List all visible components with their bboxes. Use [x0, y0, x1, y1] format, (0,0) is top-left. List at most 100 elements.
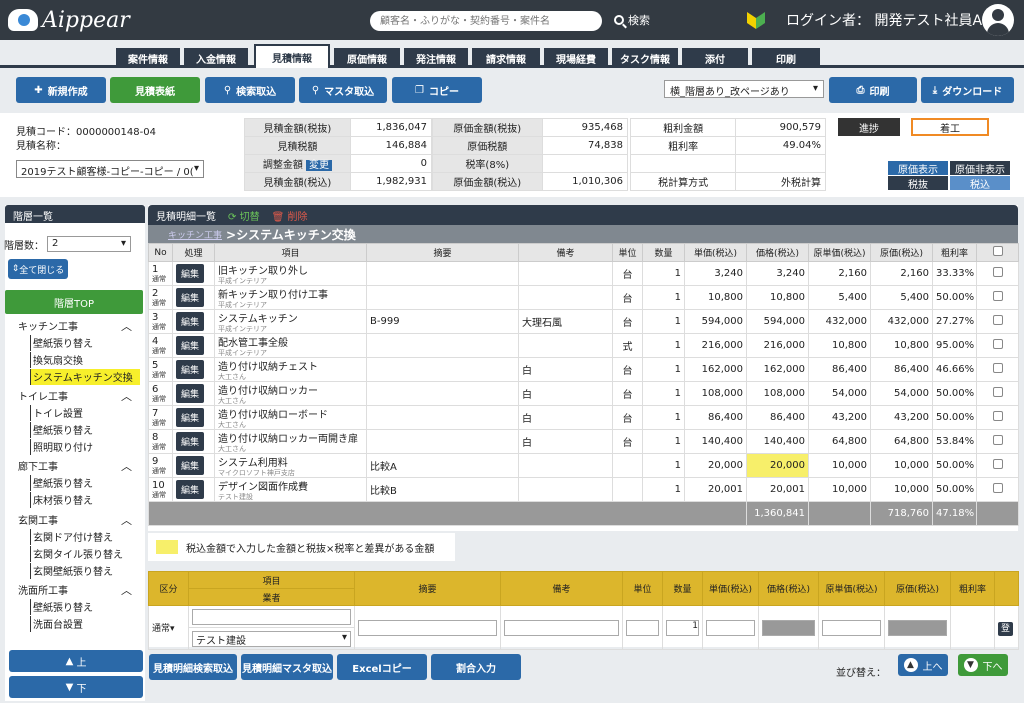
- edit-button[interactable]: 編集: [176, 384, 205, 403]
- table-row[interactable]: 6 通常 編集 造り付け収納ロッカー 大工さん白台 1 108,000 108,000 54,0…: [148, 381, 1019, 406]
- entry-vendor-select[interactable]: テスト建設 ▾: [192, 630, 351, 647]
- delete-button[interactable]: 🗑 削除: [272, 208, 308, 223]
- row-checkbox[interactable]: [976, 405, 1019, 430]
- sidebar-item[interactable]: 壁紙張り替え: [30, 475, 140, 491]
- sidebar-item[interactable]: トイレ設置: [30, 405, 140, 421]
- sidebar-item[interactable]: 壁紙張り替え: [30, 422, 140, 438]
- sidebar-item[interactable]: 照明取り付け: [30, 439, 140, 455]
- sidebar-item[interactable]: 玄関ドア付け替え: [30, 529, 140, 545]
- row-checkbox[interactable]: [976, 309, 1019, 334]
- entry-desc-input[interactable]: [358, 619, 497, 636]
- edit-button[interactable]: 編集: [176, 408, 205, 427]
- tax-in-toggle[interactable]: 税込: [950, 176, 1010, 191]
- edit-button[interactable]: 編集: [176, 336, 205, 355]
- edit-button[interactable]: 編集: [176, 456, 205, 475]
- cost-show-toggle[interactable]: 原価表示: [888, 161, 948, 176]
- tab-payment[interactable]: 入金情報: [184, 48, 248, 68]
- edit-button[interactable]: 編集: [176, 432, 205, 451]
- row-checkbox[interactable]: [976, 381, 1019, 406]
- table-row[interactable]: 4 通常 編集 配水管工事全般 平成インテリア式 1 216,000 216,000 10,80…: [148, 333, 1019, 358]
- entry-price-input[interactable]: [706, 619, 755, 636]
- copy-button[interactable]: ❐ コピー: [392, 77, 482, 103]
- layout-select[interactable]: 横_階層あり_改ページあり ▾: [664, 80, 824, 98]
- tax-ex-toggle[interactable]: 税抜: [888, 176, 948, 191]
- sidebar-item[interactable]: 換気扇交換: [30, 352, 140, 368]
- tab-site-expense[interactable]: 現場経費: [544, 48, 608, 68]
- entry-item-input[interactable]: [192, 608, 351, 625]
- sidebar-item[interactable]: 壁紙張り替え: [30, 335, 140, 351]
- sidebar-group-toilet[interactable]: トイレ工事 ︿: [18, 388, 138, 404]
- tab-billing[interactable]: 請求情報: [472, 48, 540, 68]
- table-row[interactable]: 8 通常 編集 造り付け収納ロッカー両開き扉 大工さん白台 1 140,400 140,400…: [148, 429, 1019, 454]
- entry-qty-input[interactable]: 1: [666, 619, 699, 636]
- table-row[interactable]: 5 通常 編集 造り付け収納チェスト 大工さん白台 1 162,000 162,000 86,4…: [148, 357, 1019, 382]
- row-checkbox[interactable]: [976, 261, 1019, 286]
- sidebar-item[interactable]: 壁紙張り替え: [30, 599, 140, 615]
- breadcrumb-link[interactable]: キッチン工事: [168, 228, 222, 241]
- sidebar-item[interactable]: 玄関タイル張り替え: [30, 546, 140, 562]
- row-checkbox[interactable]: [976, 453, 1019, 478]
- sidebar-item[interactable]: 玄関壁紙張り替え: [30, 563, 140, 579]
- table-row[interactable]: 9 通常 編集 システム利用料 マイクロソフト神戸支店 比較A 1 20,000 20,000 1…: [148, 453, 1019, 478]
- detail-master-import-button[interactable]: 見積明細マスタ取込: [241, 654, 333, 680]
- adjust-change-button[interactable]: 変更: [306, 160, 333, 171]
- table-row[interactable]: 3 通常 編集 システムキッチン 平成インテリア B-999 大理石風台 1 594,000 59…: [148, 309, 1019, 334]
- edit-button[interactable]: 編集: [176, 312, 205, 331]
- switch-button[interactable]: ⟳ 切替: [228, 208, 260, 223]
- sidebar-group-hallway[interactable]: 廊下工事 ︿: [18, 458, 138, 474]
- row-checkbox[interactable]: [976, 285, 1019, 310]
- sort-up-button[interactable]: ▲ 上へ: [898, 654, 948, 676]
- edit-button[interactable]: 編集: [176, 288, 205, 307]
- progress-status[interactable]: 着工: [911, 118, 989, 136]
- master-import-button[interactable]: ⚲ マスタ取込: [299, 77, 387, 103]
- download-button[interactable]: ⤓ ダウンロード: [921, 77, 1014, 103]
- entry-cunit-input[interactable]: [822, 619, 881, 636]
- sidebar-group-washroom[interactable]: 洗面所工事 ︿: [18, 582, 138, 598]
- sidebar-group-kitchen[interactable]: キッチン工事 ︿: [18, 318, 138, 334]
- cost-hide-toggle[interactable]: 原価非表示: [950, 161, 1010, 176]
- tab-print[interactable]: 印刷: [752, 48, 820, 68]
- user-avatar-icon[interactable]: [982, 4, 1014, 36]
- table-row[interactable]: 2 通常 編集 新キッチン取り付け工事 平成インテリア台 1 10,800 10,800 5,4…: [148, 285, 1019, 310]
- edit-button[interactable]: 編集: [176, 264, 205, 283]
- entry-unit-input[interactable]: [626, 619, 659, 636]
- app-logo[interactable]: Aippear: [8, 6, 168, 34]
- hierarchy-top-button[interactable]: 階層TOP: [5, 290, 143, 314]
- estimate-name-select[interactable]: 2019テスト顧客様-コピー-コピー / 0(▾: [16, 160, 204, 178]
- move-down-button[interactable]: ▼ 下: [9, 676, 143, 698]
- edit-button[interactable]: 編集: [176, 360, 205, 379]
- cover-button[interactable]: 見積表紙: [110, 77, 200, 103]
- register-button[interactable]: 登: [998, 622, 1014, 636]
- search-button[interactable]: 検索: [614, 12, 650, 28]
- ratio-input-button[interactable]: 割合入力: [431, 654, 521, 680]
- tab-cost[interactable]: 原価情報: [334, 48, 400, 68]
- tab-attach[interactable]: 添付: [682, 48, 748, 68]
- sidebar-item-active[interactable]: システムキッチン交換: [30, 369, 140, 385]
- table-row[interactable]: 7 通常 編集 造り付け収納ローボード 大工さん白台 1 86,400 86,400 43,20…: [148, 405, 1019, 430]
- tab-estimate[interactable]: 見積情報: [254, 44, 330, 68]
- row-checkbox[interactable]: [976, 357, 1019, 382]
- new-button[interactable]: ✚ 新規作成: [16, 77, 106, 103]
- tab-case[interactable]: 案件情報: [116, 48, 180, 68]
- tab-task[interactable]: タスク情報: [612, 48, 678, 68]
- table-row[interactable]: 10 通常 編集 デザイン図面作成費 テスト建設 比較B 1 20,001 20,001 10,0…: [148, 477, 1019, 502]
- layer-count-select[interactable]: 2 ▾: [47, 236, 131, 252]
- edit-button[interactable]: 編集: [176, 480, 205, 499]
- detail-search-import-button[interactable]: 見積明細検索取込: [149, 654, 237, 680]
- entry-kind-select[interactable]: 通常▾: [148, 605, 189, 650]
- row-checkbox[interactable]: [976, 477, 1019, 502]
- tab-order[interactable]: 発注情報: [404, 48, 468, 68]
- sidebar-group-entrance[interactable]: 玄関工事 ︿: [18, 512, 138, 528]
- row-checkbox[interactable]: [976, 333, 1019, 358]
- sidebar-item[interactable]: 洗面台設置: [30, 616, 140, 632]
- search-import-button[interactable]: ⚲ 検索取込: [205, 77, 295, 103]
- print-button[interactable]: ⎙ 印刷: [829, 77, 917, 103]
- sort-down-button[interactable]: ▼ 下へ: [958, 654, 1008, 676]
- excel-copy-button[interactable]: Excelコピー: [337, 654, 427, 680]
- table-row[interactable]: 1 通常 編集 旧キッチン取り外し 平成インテリア台 1 3,240 3,240 2,160 2,…: [148, 261, 1019, 286]
- close-all-button[interactable]: ⇕ 全て閉じる: [8, 259, 68, 279]
- row-checkbox[interactable]: [976, 429, 1019, 454]
- select-all-checkbox[interactable]: [976, 243, 1019, 262]
- entry-note-input[interactable]: [504, 619, 619, 636]
- sidebar-item[interactable]: 床材張り替え: [30, 492, 140, 508]
